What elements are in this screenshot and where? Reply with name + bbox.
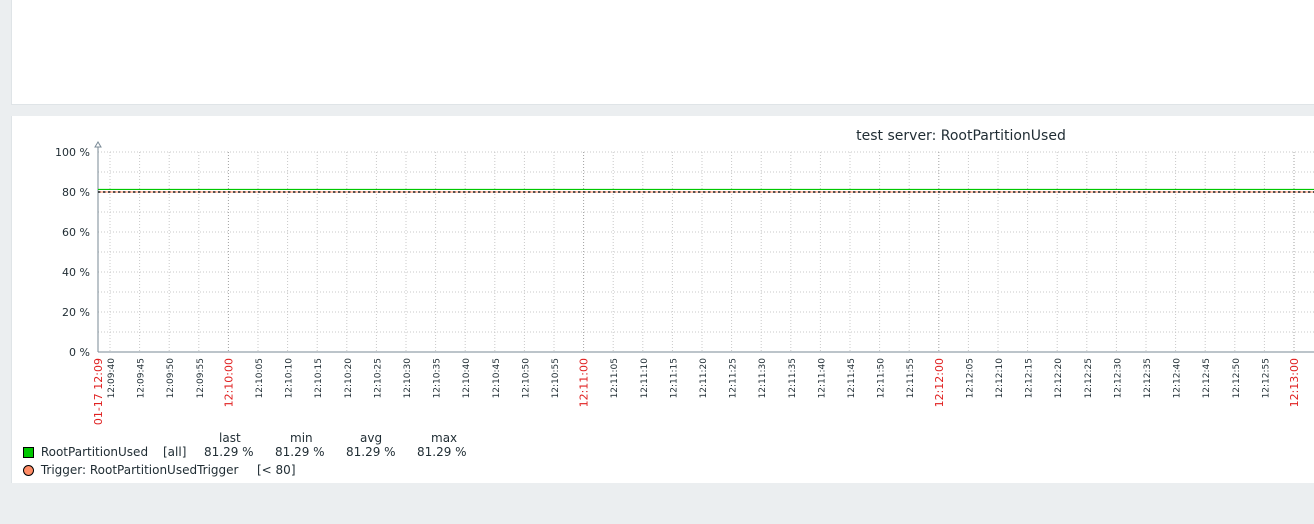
series-func: [all] [163,445,187,459]
series-min: 81.29 % [275,445,325,459]
x-tick-label: 12:12:50 [1232,358,1242,399]
x-tick-label: 12:11:35 [788,358,798,398]
series-avg: 81.29 % [346,445,396,459]
chart-title: test server: RootPartitionUsed [856,128,1066,144]
x-tick-label: 12:11:15 [669,358,679,398]
legend-series-row: RootPartitionUsed [23,445,148,459]
x-tick-label: 12:10:05 [255,358,265,398]
x-tick-label-major: 12:11:00 [578,358,591,407]
x-tick-label: 12:11:20 [699,358,709,399]
series-color-swatch [23,447,34,458]
y-tick-label: 20 % [62,306,90,319]
series-max: 81.29 % [417,445,467,459]
y-tick-label: 0 % [69,346,90,359]
x-tick-label: 12:09:55 [196,358,206,398]
x-tick-label: 12:11:40 [817,358,827,399]
x-tick-label: 12:11:05 [610,358,620,398]
x-tick-label-major: 12:10:00 [222,358,235,407]
legend-header-avg: avg [360,431,383,445]
x-tick-label: 12:12:25 [1084,358,1094,398]
x-tick-label: 12:11:25 [729,358,739,398]
x-tick-label: 12:12:45 [1202,358,1212,398]
empty-widget-panel [11,0,1314,105]
x-tick-label: 12:10:10 [285,358,295,399]
x-tick-label: 12:12:40 [1173,358,1183,399]
y-tick-label: 100 % [55,146,90,159]
x-tick-label: 12:10:30 [403,358,413,399]
x-tick-label: 12:12:10 [995,358,1005,399]
series-name: RootPartitionUsed [40,445,149,459]
legend-header-last: last [219,431,241,445]
x-tick-label: 12:09:40 [107,358,117,399]
x-tick-label: 12:10:40 [462,358,472,399]
x-tick-label: 12:11:55 [906,358,916,398]
x-tick-label: 12:09:45 [137,358,147,398]
graph-canvas[interactable]: 01-17 12:09 12:09:40 12:09:45 12:09:50 12:09… [12,116,1314,483]
x-tick-label: 12:10:25 [373,358,383,398]
x-tick-label: 12:12:05 [965,358,975,398]
legend-header-min: min [290,431,313,445]
y-tick-label: 60 % [62,226,90,239]
x-tick-label: 12:11:45 [847,358,857,398]
y-tick-label: 40 % [62,266,90,279]
x-tick-label: 12:11:10 [640,358,650,399]
legend-header-max: max [431,431,458,445]
x-tick-label: 12:09:50 [166,358,176,399]
x-tick-label: 12:12:35 [1143,358,1153,398]
x-tick-label-major: 01-17 12:09 [92,358,105,425]
y-axis-arrow-icon [94,141,102,148]
x-tick-label: 12:10:45 [492,358,502,398]
legend-trigger-row: Trigger: RootPartitionUsedTrigger [23,463,238,477]
trigger-label: Trigger: RootPartitionUsedTrigger [40,463,239,477]
x-tick-label: 12:10:20 [344,358,354,399]
x-tick-label: 12:10:50 [521,358,531,399]
trigger-color-swatch [23,465,34,476]
graph-panel: 01-17 12:09 12:09:40 12:09:45 12:09:50 12:09… [11,116,1314,483]
x-tick-label: 12:10:35 [433,358,443,398]
x-tick-label-major: 12:13:00 [1288,358,1301,407]
x-tick-label: 12:12:15 [1025,358,1035,398]
x-tick-label: 12:11:50 [877,358,887,399]
x-tick-label: 12:11:30 [758,358,768,399]
x-tick-label: 12:12:20 [1054,358,1064,399]
y-tick-label: 80 % [62,186,90,199]
x-tick-label-major: 12:12:00 [933,358,946,407]
trigger-condition: [< 80] [257,463,296,477]
x-tick-label: 12:12:55 [1261,358,1271,398]
x-tick-label: 12:10:15 [314,358,324,398]
x-tick-label: 12:10:55 [551,358,561,398]
x-tick-label: 12:12:30 [1113,358,1123,399]
series-last: 81.29 % [204,445,254,459]
